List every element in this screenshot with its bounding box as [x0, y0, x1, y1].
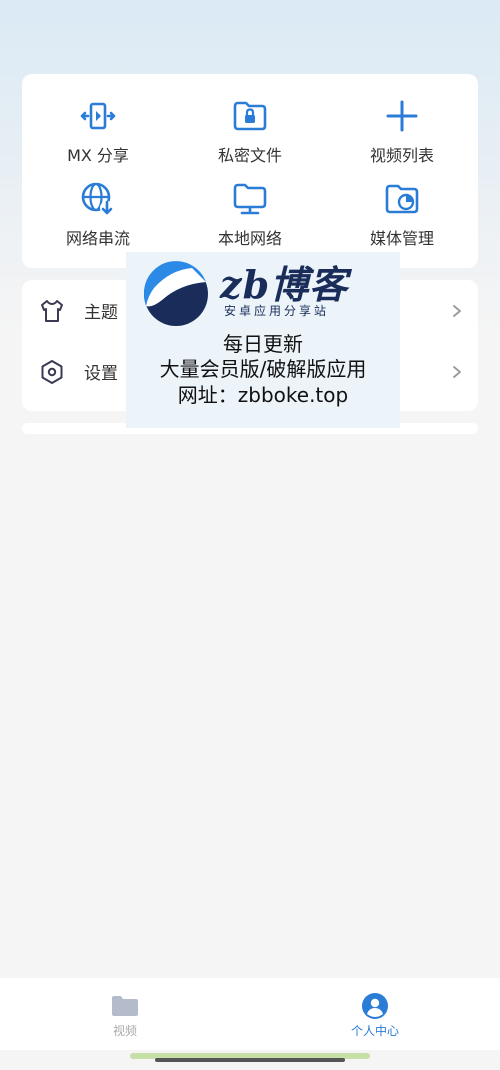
grid-label: 私密文件 [217, 146, 282, 165]
settings-label: 设置 [84, 364, 118, 384]
grid-label: MX 分享 [67, 146, 129, 165]
grid-label: 媒体管理 [369, 229, 434, 248]
watermark-overlay: zb博客 安卓应用分享站 每日更新 大量会员版/破解版应用 网址：zbboke.… [126, 252, 400, 428]
home-indicator[interactable] [155, 1058, 345, 1062]
settings-icon [38, 358, 66, 386]
user-icon [362, 993, 388, 1019]
local-network-button[interactable]: 本地网络 [174, 179, 326, 262]
private-folder-icon [233, 101, 267, 131]
folder-icon [112, 996, 138, 1016]
nav-video-label: 视频 [112, 1024, 137, 1038]
media-manage-icon [385, 184, 419, 214]
watermark-title: zb博客 [220, 262, 349, 307]
video-list-button[interactable]: 视频列表 [326, 96, 478, 179]
nav-video-tab[interactable]: 视频 [0, 978, 250, 1050]
local-network-icon [233, 183, 267, 215]
theme-label: 主题 [84, 303, 118, 323]
grid-label: 视频列表 [369, 146, 434, 165]
nav-me-label: 个人中心 [350, 1024, 399, 1038]
private-files-button[interactable]: 私密文件 [174, 96, 326, 179]
watermark-subtitle: 安卓应用分享站 [224, 304, 330, 318]
watermark-line: 网址：zbboke.top [177, 383, 349, 407]
chevron-right-icon [450, 365, 464, 379]
watermark-logo-icon [140, 256, 212, 328]
tools-card: MX 分享 私密文件 视频列表 网络串流 本地网络 媒体管理 [22, 74, 478, 268]
media-manage-button[interactable]: 媒体管理 [326, 179, 478, 262]
plus-icon [386, 100, 418, 132]
bottom-nav: 视频 个人中心 [0, 978, 500, 1050]
nav-me-tab[interactable]: 个人中心 [250, 978, 500, 1050]
grid-label: 网络串流 [65, 229, 130, 248]
mx-share-icon [80, 102, 116, 130]
watermark-line: 大量会员版/破解版应用 [159, 357, 367, 381]
tshirt-icon [38, 297, 66, 325]
chevron-right-icon [450, 304, 464, 318]
grid-label: 本地网络 [217, 229, 282, 248]
network-stream-button[interactable]: 网络串流 [22, 179, 174, 262]
tools-grid: MX 分享 私密文件 视频列表 网络串流 本地网络 媒体管理 [22, 74, 478, 262]
mx-share-button[interactable]: MX 分享 [22, 96, 174, 179]
network-stream-icon [81, 182, 114, 215]
